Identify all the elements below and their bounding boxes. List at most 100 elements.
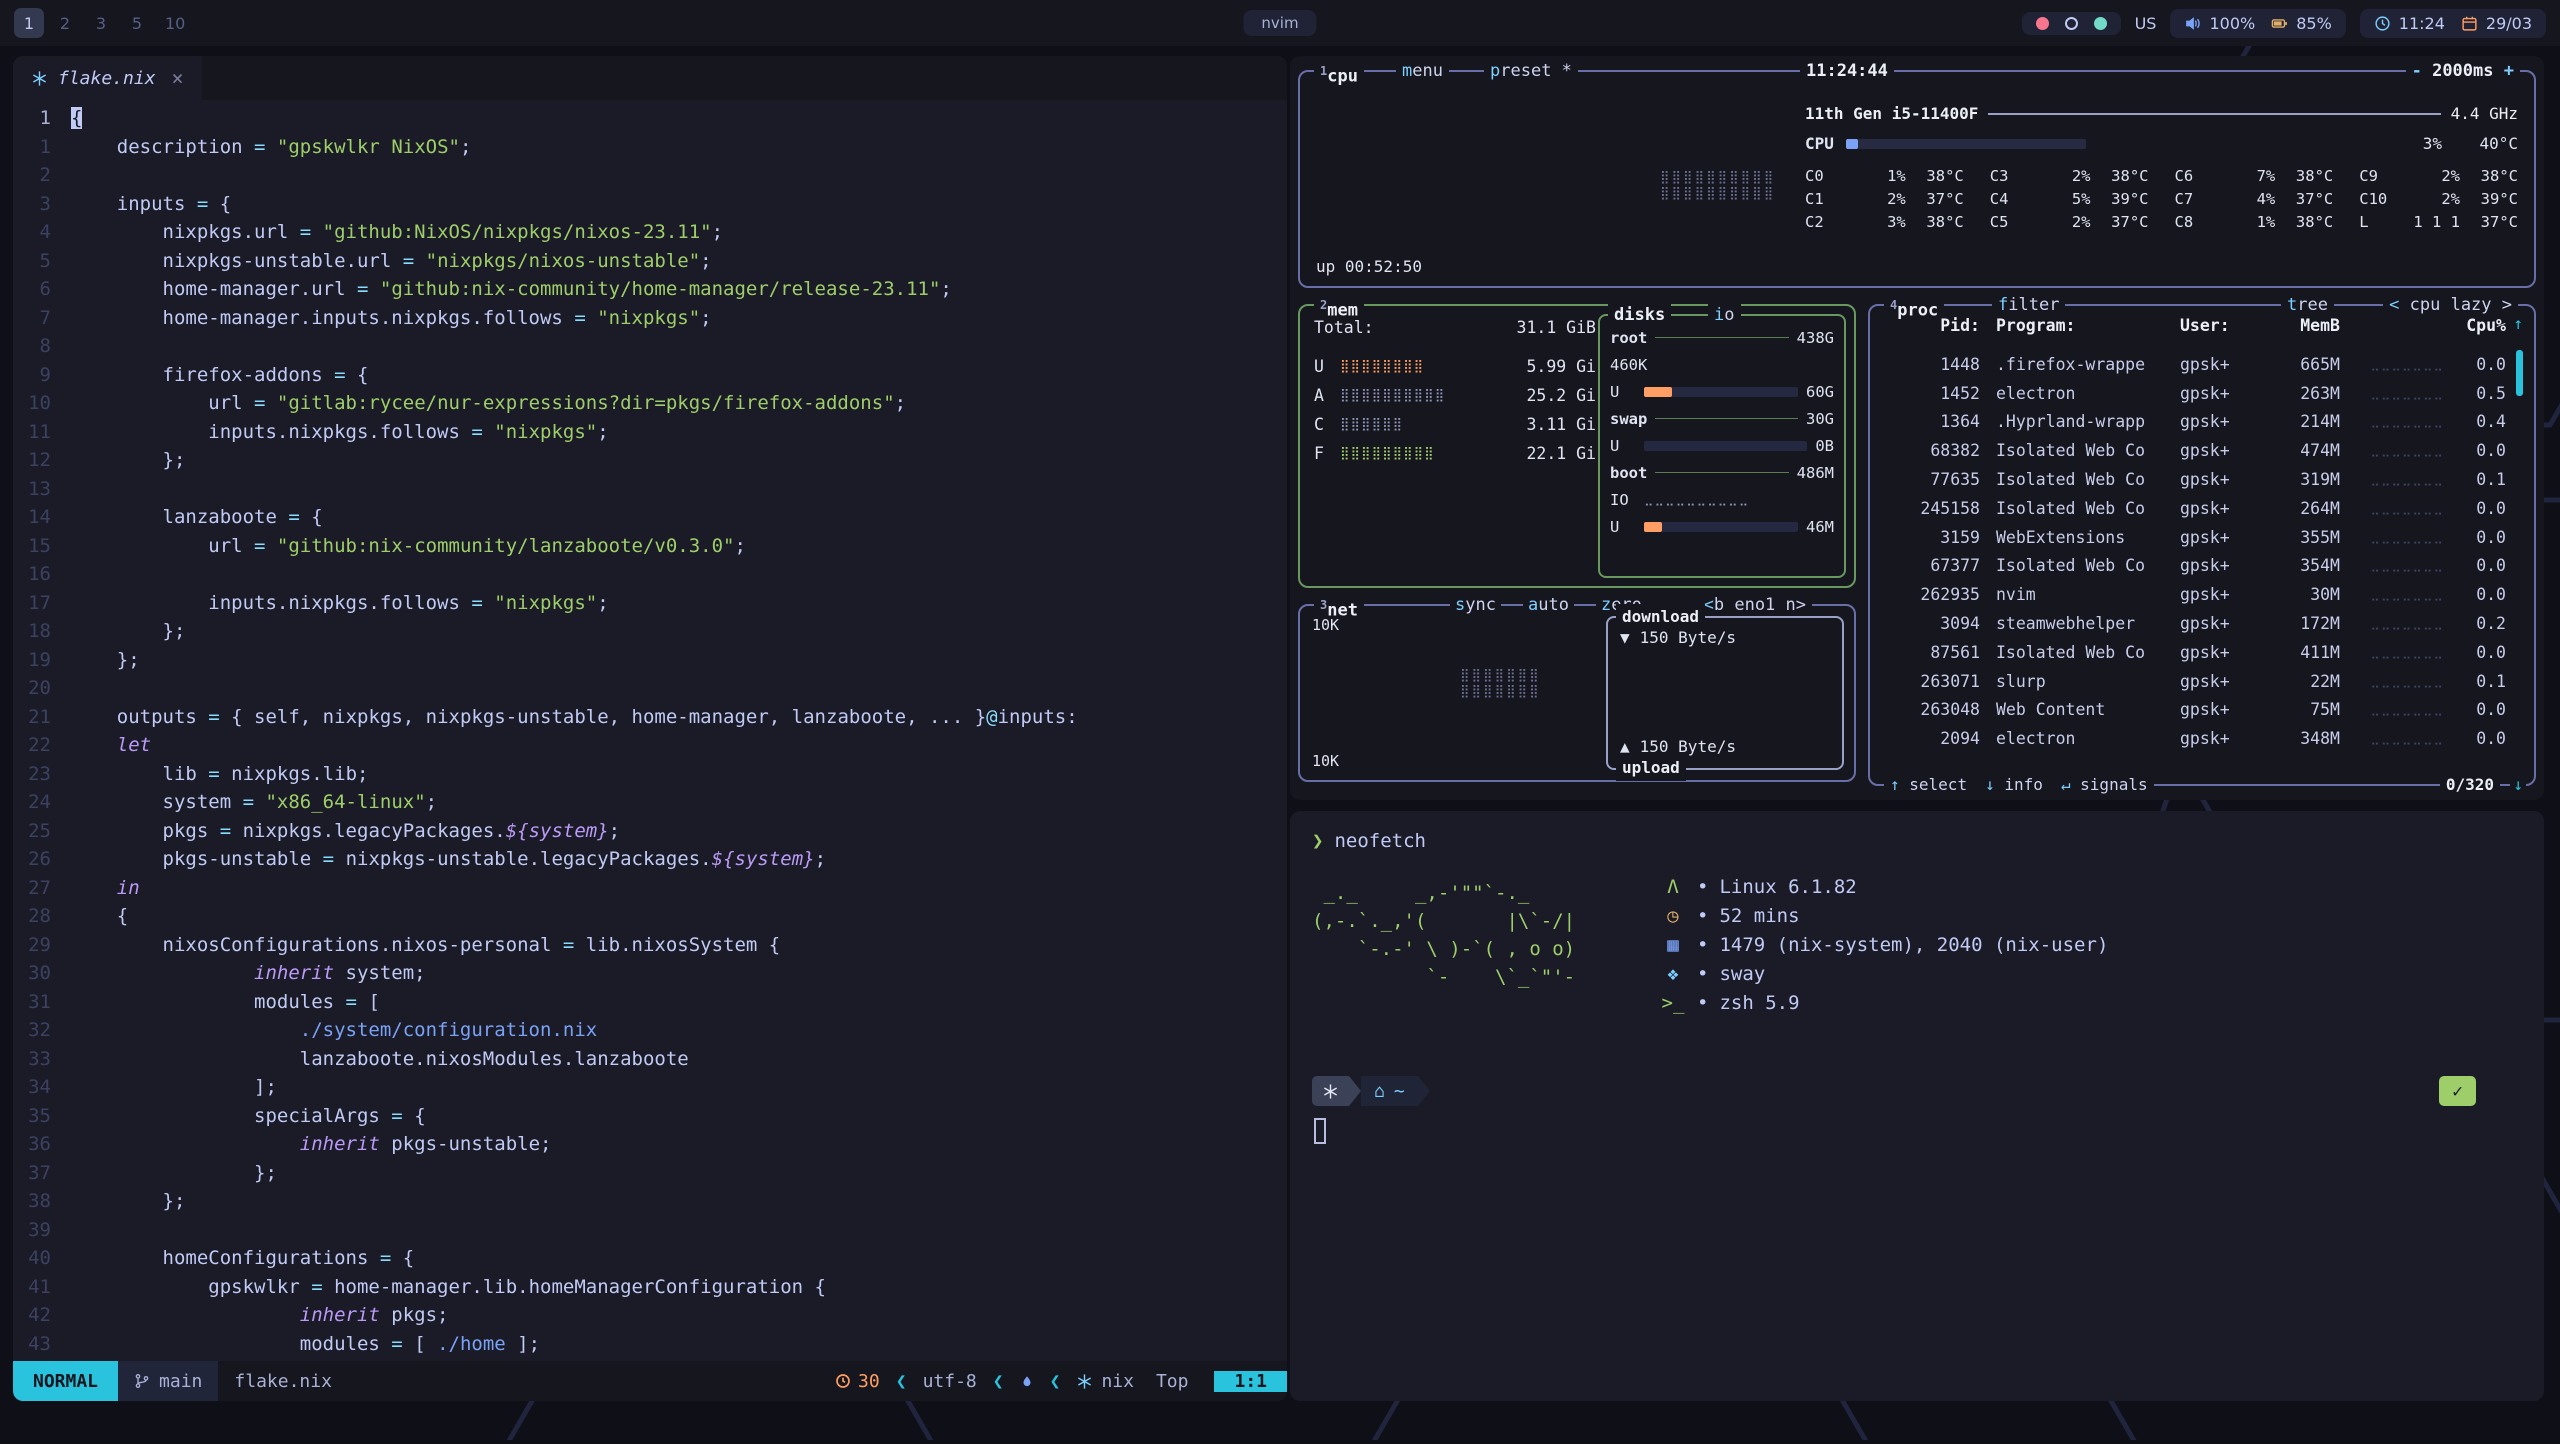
code-line[interactable]: 34 ]; xyxy=(13,1073,1287,1102)
net-interface-selector[interactable]: <b eno1 n> xyxy=(1698,592,1812,618)
code-line[interactable]: 7 home-manager.inputs.nixpkgs.follows = … xyxy=(13,304,1287,333)
tray-shield-icon[interactable] xyxy=(2094,17,2107,30)
tray-record-icon[interactable] xyxy=(2036,17,2049,30)
code-line[interactable]: 4 nixpkgs.url = "github:NixOS/nixpkgs/ni… xyxy=(13,218,1287,247)
code-line[interactable]: 23 lib = nixpkgs.lib; xyxy=(13,760,1287,789)
code-line[interactable]: 3 inputs = { xyxy=(13,190,1287,219)
code-line[interactable]: 2 xyxy=(13,161,1287,190)
code-line[interactable]: 39 xyxy=(13,1216,1287,1245)
code-line[interactable]: 36 inherit pkgs-unstable; xyxy=(13,1130,1287,1159)
code-line[interactable]: 10 url = "gitlab:rycee/nur-expressions?d… xyxy=(13,389,1287,418)
code-line[interactable]: 27 in xyxy=(13,874,1287,903)
code-line[interactable]: 14 lanzaboote = { xyxy=(13,503,1287,532)
code-line[interactable]: 32 ./system/configuration.nix xyxy=(13,1016,1287,1045)
code-line[interactable]: 42 inherit pkgs; xyxy=(13,1301,1287,1330)
code-line[interactable]: 33 lanzaboote.nixosModules.lanzaboote xyxy=(13,1045,1287,1074)
process-row[interactable]: 245158Isolated Web Cogpsk+264M⣀⣀⣀⣀⣀⣀⣀0.0 xyxy=(1880,494,2506,523)
code-line[interactable]: 43 modules = [ ./home ]; xyxy=(13,1330,1287,1359)
code-line[interactable]: 38 }; xyxy=(13,1187,1287,1216)
tray-app-icon[interactable] xyxy=(2065,17,2078,30)
os-icon xyxy=(1020,1373,1034,1390)
code-line[interactable]: 37 }; xyxy=(13,1159,1287,1188)
update-rate-control[interactable]: - 2000ms + xyxy=(2406,58,2520,84)
process-row[interactable]: 67377Isolated Web Cogpsk+354M⣀⣀⣀⣀⣀⣀⣀0.0 xyxy=(1880,552,2506,581)
scroll-up-icon[interactable]: ↑ xyxy=(2510,314,2526,333)
proc-footer-select[interactable]: ↑ select xyxy=(1890,772,1967,798)
code-line[interactable]: 21 outputs = { self, nixpkgs, nixpkgs-un… xyxy=(13,703,1287,732)
io-label[interactable]: io xyxy=(1708,302,1741,328)
code-line[interactable]: 29 nixosConfigurations.nixos-personal = … xyxy=(13,931,1287,960)
code-line[interactable]: 24 system = "x86_64-linux"; xyxy=(13,788,1287,817)
net-option-sync[interactable]: sync xyxy=(1450,592,1501,618)
workspace-button[interactable]: 5 xyxy=(122,8,152,38)
proc-footer-signals[interactable]: ↵ signals xyxy=(2061,772,2148,798)
code-line[interactable]: 22 let xyxy=(13,731,1287,760)
close-icon[interactable]: × xyxy=(172,66,184,90)
menu-button[interactable]: menu xyxy=(1396,58,1449,84)
workspace-button[interactable]: 10 xyxy=(158,8,192,38)
keyboard-layout[interactable]: US xyxy=(2135,14,2157,33)
code-line[interactable]: 1{ xyxy=(13,104,1287,133)
code-line[interactable]: 16 xyxy=(13,560,1287,589)
battery-module[interactable]: 85% xyxy=(2271,14,2332,33)
proc-footer-info[interactable]: ↓ info xyxy=(1985,772,2043,798)
code-line[interactable]: 15 url = "github:nix-community/lanzaboot… xyxy=(13,532,1287,561)
preset-button[interactable]: preset * xyxy=(1484,58,1578,84)
code-line[interactable]: 31 modules = [ xyxy=(13,988,1287,1017)
neofetch-output: _._ _,-'""`-._ (,-.`._,'( |\`-/| `-.-' \… xyxy=(1312,879,2522,1018)
clock-module[interactable]: 11:24 xyxy=(2374,14,2445,33)
code-line[interactable]: 28 { xyxy=(13,902,1287,931)
process-row[interactable]: 68382Isolated Web Cogpsk+474M⣀⣀⣀⣀⣀⣀⣀0.0 xyxy=(1880,436,2506,465)
code-line[interactable]: 11 inputs.nixpkgs.follows = "nixpkgs"; xyxy=(13,418,1287,447)
code-line[interactable]: 12 }; xyxy=(13,446,1287,475)
uptime: up 00:52:50 xyxy=(1316,257,1422,276)
workspace-button[interactable]: 1 xyxy=(14,8,44,38)
cpu-core-grid: C01%38°CC12%37°CC23%38°CC32%38°CC45%39°C… xyxy=(1805,166,2518,232)
process-row[interactable]: 3094steamwebhelpergpsk+172M⣀⣀⣀⣀⣀⣀⣀0.2 xyxy=(1880,609,2506,638)
tree-toggle[interactable]: tree xyxy=(2281,292,2334,318)
process-row[interactable]: 263071slurpgpsk+22M⣀⣀⣀⣀⣀⣀⣀0.1 xyxy=(1880,667,2506,696)
process-row[interactable]: 77635Isolated Web Cogpsk+319M⣀⣀⣀⣀⣀⣀⣀0.1 xyxy=(1880,465,2506,494)
date-module[interactable]: 29/03 xyxy=(2461,14,2532,33)
workspace-button[interactable]: 3 xyxy=(86,8,116,38)
code-line[interactable]: 13 xyxy=(13,475,1287,504)
code-line[interactable]: 6 home-manager.url = "github:nix-communi… xyxy=(13,275,1287,304)
code-line[interactable]: 1 description = "gpskwlkr NixOS"; xyxy=(13,133,1287,162)
process-row[interactable]: 87561Isolated Web Cogpsk+411M⣀⣀⣀⣀⣀⣀⣀0.0 xyxy=(1880,638,2506,667)
code-line[interactable]: 41 gpskwlkr = home-manager.lib.homeManag… xyxy=(13,1273,1287,1302)
process-row[interactable]: 1364.Hyprland-wrappgpsk+214M⣀⣀⣀⣀⣀⣀⣀0.4 xyxy=(1880,408,2506,437)
code-line[interactable]: 26 pkgs-unstable = nixpkgs-unstable.lega… xyxy=(13,845,1287,874)
code-line[interactable]: 17 inputs.nixpkgs.follows = "nixpkgs"; xyxy=(13,589,1287,618)
code-line[interactable]: 35 specialArgs = { xyxy=(13,1102,1287,1131)
process-row[interactable]: 263048Web Contentgpsk+75M⣀⣀⣀⣀⣀⣀⣀0.0 xyxy=(1880,696,2506,725)
code-line[interactable]: 9 firefox-addons = { xyxy=(13,361,1287,390)
line-number: 25 xyxy=(13,817,71,846)
prompt-nix-segment xyxy=(1312,1076,1349,1106)
code-line[interactable]: 8 xyxy=(13,332,1287,361)
net-option-auto[interactable]: auto xyxy=(1523,592,1574,618)
statusline-filename: flake.nix xyxy=(218,1361,348,1401)
tab-flake-nix[interactable]: flake.nix × xyxy=(13,56,202,100)
sort-selector[interactable]: < cpu lazy > xyxy=(2383,292,2518,318)
code-line[interactable]: 25 pkgs = nixpkgs.legacyPackages.${syste… xyxy=(13,817,1287,846)
net-rates-box: download ▼ 150 Byte/s ▲ 150 Byte/s uploa… xyxy=(1606,616,1844,770)
focused-window-title: nvim xyxy=(1243,10,1316,36)
process-row[interactable]: 3159WebExtensionsgpsk+355M⣀⣀⣀⣀⣀⣀⣀0.0 xyxy=(1880,523,2506,552)
code-line[interactable]: 5 nixpkgs-unstable.url = "nixpkgs/nixos-… xyxy=(13,247,1287,276)
code-line[interactable]: 20 xyxy=(13,674,1287,703)
process-row[interactable]: 262935nvimgpsk+30M⣀⣀⣀⣀⣀⣀⣀0.0 xyxy=(1880,580,2506,609)
proc-header: Pid: Program: User: MemB Cpu% xyxy=(1880,316,2506,335)
workspace-button[interactable]: 2 xyxy=(50,8,80,38)
proc-scrollbar[interactable] xyxy=(2516,350,2523,396)
code-line[interactable]: 40 homeConfigurations = { xyxy=(13,1244,1287,1273)
process-row[interactable]: 2094electrongpsk+348M⣀⣀⣀⣀⣀⣀⣀0.0 xyxy=(1880,724,2506,753)
volume-module[interactable]: 100% xyxy=(2184,14,2255,33)
code-line[interactable]: 30 inherit system; xyxy=(13,959,1287,988)
code-line[interactable]: 18 }; xyxy=(13,617,1287,646)
process-row[interactable]: 1448.firefox-wrappegpsk+665M⣀⣀⣀⣀⣀⣀⣀0.0 xyxy=(1880,350,2506,379)
scroll-down-icon[interactable]: ↓ xyxy=(2510,772,2526,798)
process-row[interactable]: 1452electrongpsk+263M⣀⣀⣀⣀⣀⣀⣀0.5 xyxy=(1880,379,2506,408)
filter-button[interactable]: filter xyxy=(1992,292,2065,318)
code-line[interactable]: 19 }; xyxy=(13,646,1287,675)
disk-line: root438G xyxy=(1610,324,1834,351)
